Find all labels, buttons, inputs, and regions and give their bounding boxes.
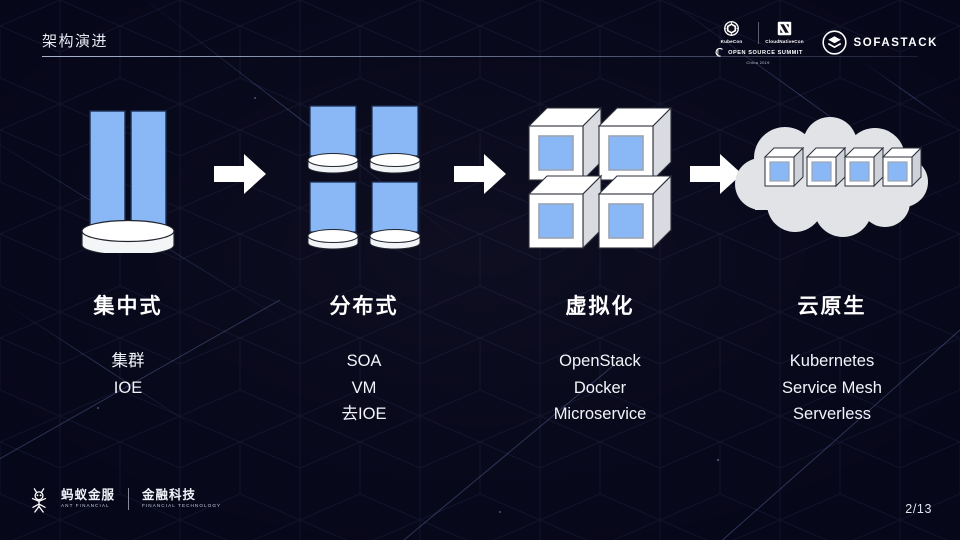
database-cluster-icon: [81, 109, 175, 253]
ant-financial-logo: 蚂蚁金服 ANT FINANCIAL 金融科技 FINANCIAL TECHNO…: [26, 484, 221, 514]
centralized-art: [12, 90, 244, 265]
column-cloud-native: 云原生 Kubernetes Service Mesh Serverless: [716, 90, 948, 428]
list-item: 去IOE: [341, 405, 387, 423]
open-source-summit-label: OPEN SOURCE SUMMIT: [728, 49, 803, 56]
list-item: VM: [351, 378, 377, 397]
logo-separator: [128, 488, 130, 510]
sofastack-label: SOFASTACK: [853, 36, 938, 49]
column-title: 分布式: [329, 295, 399, 318]
list-item: Docker: [573, 378, 627, 397]
cloud-native-icon: [735, 116, 928, 237]
list-item: Microservice: [553, 405, 647, 423]
open-source-summit-logo: OPEN SOURCE SUMMIT: [713, 46, 803, 59]
column-centralized: 集中式 集群 IOE: [12, 90, 244, 401]
slide-canvas: 架构演进 KubeCon CloudNativeCon OPEN SOURCE …: [0, 0, 960, 540]
list-item: OpenStack: [559, 352, 641, 370]
column-items: OpenStack Docker Microservice: [484, 348, 716, 428]
kubecon-label: KubeCon: [720, 39, 743, 44]
column-items: SOA VM 去IOE: [248, 348, 480, 428]
column-title: 集中式: [93, 295, 163, 318]
cloudnativecon-label: CloudNativeCon: [765, 39, 804, 44]
cloudnativecon-logo: CloudNativeCon: [762, 20, 808, 44]
list-item: Kubernetes: [789, 352, 875, 370]
list-item: 集群: [111, 352, 145, 370]
division-wordmark: 金融科技 FINANCIAL TECHNOLOGY: [142, 489, 221, 508]
company-name-cn: 蚂蚁金服: [61, 488, 116, 503]
distributed-art: [248, 90, 480, 265]
kubecon-logo: KubeCon: [709, 20, 755, 44]
architecture-evolution-diagram: 集中式 集群 IOE 分布式 SOA VM 去IOE 虚拟化 OpenStack…: [0, 90, 960, 450]
open-source-summit-s-icon: [715, 47, 723, 57]
column-title: 虚拟化: [565, 295, 635, 318]
ant-financial-wordmark: 蚂蚁金服 ANT FINANCIAL: [61, 489, 115, 508]
event-logos: KubeCon CloudNativeCon OPEN SOURCE SUMMI…: [709, 20, 938, 65]
page-title: 架构演进: [42, 33, 109, 50]
page-number: 2/13: [905, 502, 932, 516]
division-name-en: FINANCIAL TECHNOLOGY: [142, 502, 222, 508]
list-item: Serverless: [793, 405, 871, 423]
column-items: 集群 IOE: [12, 348, 244, 401]
sofastack-logo: SOFASTACK: [821, 30, 938, 55]
ant-mascot-icon: [31, 488, 47, 513]
column-title: 云原生: [797, 295, 867, 318]
distributed-nodes-icon: [307, 104, 421, 249]
event-location-year: China 2019: [746, 61, 770, 65]
cloudnativecon-icon: [777, 21, 792, 36]
list-item: IOE: [113, 378, 143, 397]
sofastack-layers-icon: [821, 30, 847, 55]
virtualization-cubes-icon: [527, 106, 673, 249]
column-virtualization: 虚拟化 OpenStack Docker Microservice: [484, 90, 716, 428]
list-item: Service Mesh: [782, 378, 882, 397]
column-distributed: 分布式 SOA VM 去IOE: [248, 90, 480, 428]
list-item: SOA: [346, 352, 382, 370]
column-items: Kubernetes Service Mesh Serverless: [716, 348, 948, 428]
kubecon-cloudnativecon-logo: KubeCon CloudNativeCon OPEN SOURCE SUMMI…: [709, 20, 808, 65]
kubecon-helm-icon: [724, 21, 739, 36]
division-name-cn: 金融科技: [142, 488, 197, 503]
virtualization-art: [484, 90, 716, 265]
logo-divider: [757, 22, 759, 44]
cloud-native-art: [716, 90, 948, 265]
company-name-en: ANT FINANCIAL: [61, 502, 110, 508]
